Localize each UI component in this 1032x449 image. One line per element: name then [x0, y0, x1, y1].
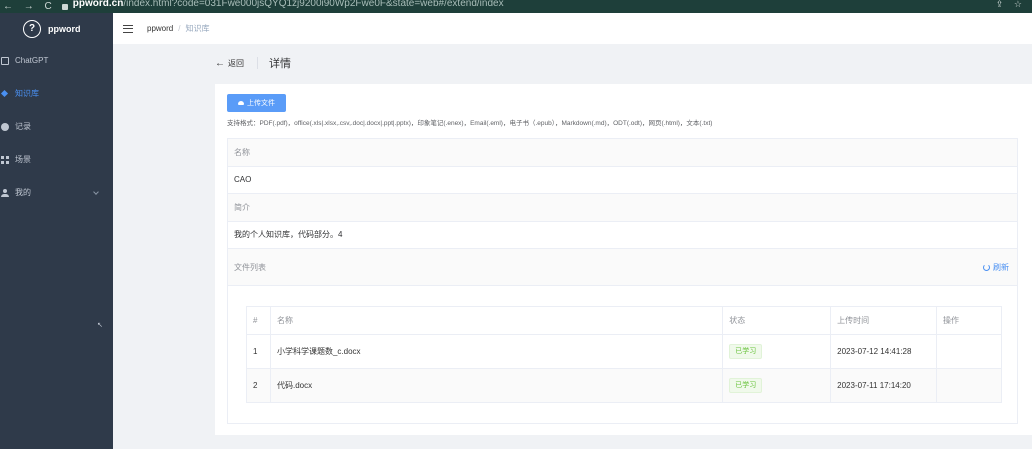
- url-host: ppword.cn: [72, 0, 124, 9]
- row-uploaded-time: 2023-07-12 14:41:28: [830, 334, 938, 369]
- row-index: 2: [246, 368, 271, 403]
- refresh-button[interactable]: 刷新: [983, 262, 1009, 273]
- row-uploaded-time: 2023-07-11 17:14:20: [830, 368, 938, 403]
- cursor-icon: ↖: [97, 322, 103, 329]
- divider: [257, 57, 258, 69]
- intro-label: 简介: [228, 194, 1017, 222]
- sidebar-item-label: 场景: [15, 155, 31, 164]
- knowledge-base-details: 名称 CAO 简介 我的个人知识库，代码部分。4: [227, 138, 1018, 249]
- sidebar-item-label: 我的: [15, 188, 31, 197]
- column-header-status: 状态: [722, 306, 832, 335]
- menu-toggle-icon[interactable]: [123, 24, 133, 33]
- grid-icon: [1, 155, 9, 164]
- user-icon: [1, 188, 9, 197]
- table-row[interactable]: 1 小学科学课题数_c.docx 已学习 2023-07-12 14:41:28: [246, 334, 1002, 369]
- breadcrumb-separator: /: [178, 24, 181, 33]
- arrow-left-icon: ←: [215, 57, 225, 69]
- table-header-row: # 名称 状态 上传时间 操作: [246, 306, 1002, 335]
- row-action: [936, 334, 1002, 369]
- breadcrumb-current: 知识库: [185, 24, 210, 33]
- name-value: CAO: [228, 166, 1017, 194]
- sidebar-item-knowledge-base[interactable]: 知识库: [0, 77, 113, 110]
- row-status: 已学习: [722, 368, 832, 403]
- breadcrumb-home[interactable]: ppword: [147, 24, 173, 33]
- page-header: ← 返回 详情: [215, 55, 291, 71]
- sidebar-item-scenes[interactable]: 场景: [0, 143, 113, 176]
- sidebar: ? ppword ChatGPT 知识库 记录 场景 我的 ↖: [0, 13, 113, 449]
- refresh-label: 刷新: [993, 263, 1009, 272]
- column-header-name: 名称: [270, 306, 724, 335]
- sidebar-item-chatgpt[interactable]: ChatGPT: [0, 44, 113, 77]
- file-list-header: 文件列表 刷新: [227, 249, 1018, 286]
- row-action: [936, 368, 1002, 403]
- intro-value: 我的个人知识库，代码部分。4: [228, 221, 1017, 249]
- browser-nav-buttons[interactable]: ← → C: [3, 1, 56, 12]
- pin-icon: [1, 90, 9, 98]
- sidebar-item-records[interactable]: 记录: [0, 110, 113, 143]
- top-header: ppword / 知识库: [113, 13, 1032, 44]
- sidebar-item-label: 知识库: [15, 89, 39, 98]
- detail-card: 上传文件 支持格式：PDF(.pdf)，office(.xls|.xlsx,.c…: [215, 84, 1032, 435]
- logo-icon: ?: [23, 19, 41, 38]
- file-table: # 名称 状态 上传时间 操作 1 小学科学课题数_c.docx 已学习 202…: [246, 306, 1002, 403]
- refresh-icon: [983, 264, 990, 271]
- browser-actions[interactable]: ⇪ ☆: [996, 0, 1026, 10]
- logo-text: ppword: [48, 23, 81, 34]
- breadcrumb: ppword / 知识库: [147, 23, 209, 34]
- chat-icon: [1, 56, 9, 65]
- chevron-down-icon: [93, 189, 99, 195]
- clock-icon: [1, 122, 9, 131]
- column-header-action: 操作: [936, 306, 1002, 335]
- upload-file-button[interactable]: 上传文件: [227, 94, 286, 112]
- lock-icon: [61, 3, 68, 10]
- sidebar-item-label: 记录: [15, 122, 31, 131]
- browser-address-bar: ← → C ppword.cn/index.html?code=031Fwe00…: [0, 0, 1032, 13]
- row-index: 1: [246, 334, 271, 369]
- row-file-name: 小学科学课题数_c.docx: [270, 334, 724, 369]
- url-path: /index.html?code=031Fwe000jsQYQ1zj9200i9…: [123, 0, 504, 9]
- cloud-upload-icon: [238, 101, 244, 105]
- page-title: 详情: [269, 58, 291, 70]
- logo[interactable]: ? ppword: [0, 13, 113, 44]
- back-button[interactable]: ← 返回: [215, 58, 244, 69]
- row-status: 已学习: [722, 334, 832, 369]
- supported-formats-text: 支持格式：PDF(.pdf)，office(.xls|.xlsx,.csv,.d…: [227, 120, 713, 127]
- row-file-name: 代码.docx: [270, 368, 724, 403]
- file-list-label: 文件列表: [234, 262, 266, 272]
- url-field[interactable]: ppword.cn/index.html?code=031Fwe000jsQYQ…: [73, 0, 504, 9]
- upload-label: 上传文件: [247, 100, 275, 107]
- table-row[interactable]: 2 代码.docx 已学习 2023-07-11 17:14:20: [246, 368, 1002, 403]
- column-header-index: #: [246, 306, 271, 335]
- sidebar-item-label: ChatGPT: [15, 56, 49, 65]
- column-header-uploaded: 上传时间: [830, 306, 938, 335]
- status-badge: 已学习: [729, 344, 763, 359]
- status-badge: 已学习: [729, 378, 763, 393]
- name-label: 名称: [228, 139, 1017, 167]
- file-list-body: # 名称 状态 上传时间 操作 1 小学科学课题数_c.docx 已学习 202…: [227, 286, 1018, 424]
- back-label: 返回: [228, 58, 244, 68]
- sidebar-item-mine[interactable]: 我的: [0, 176, 113, 209]
